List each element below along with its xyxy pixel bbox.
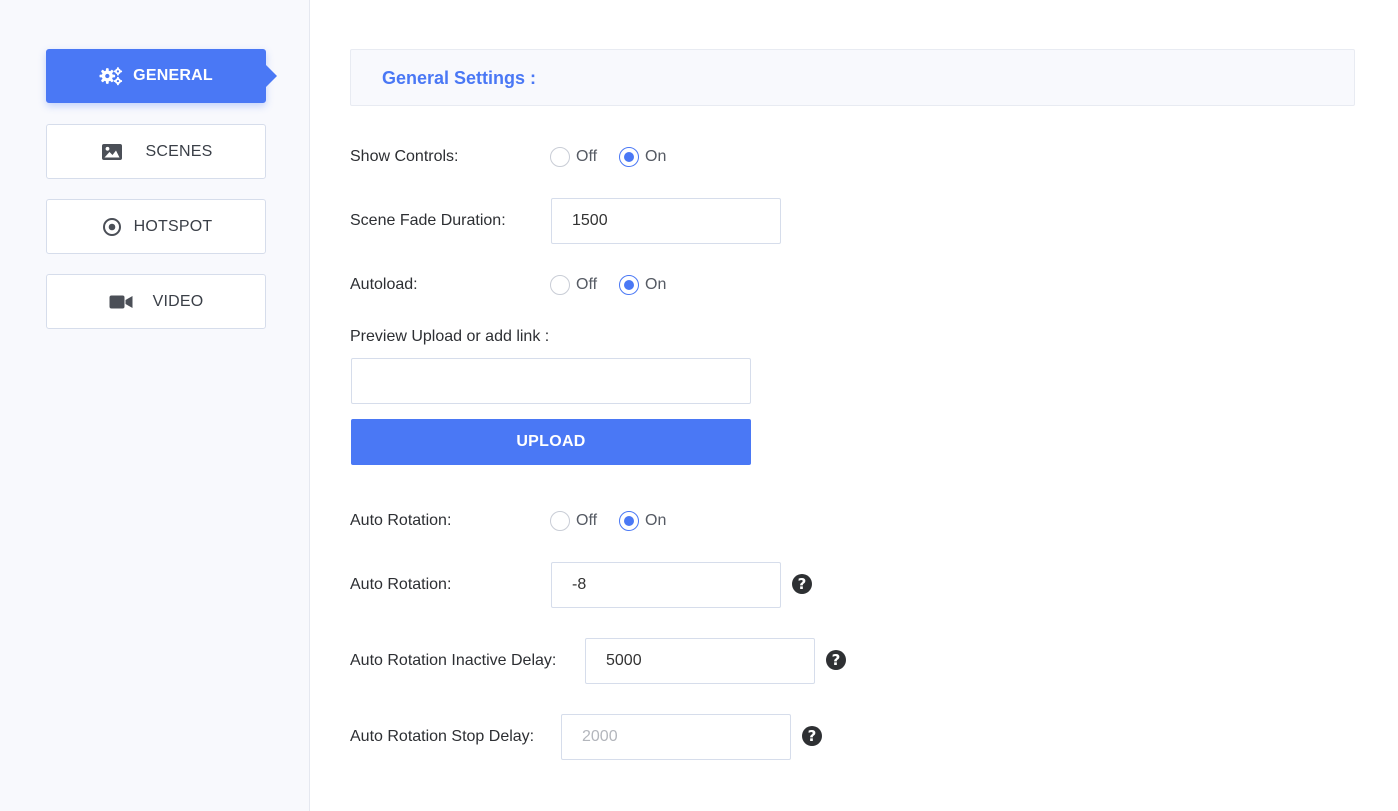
preview-upload-label: Preview Upload or add link : [350,328,550,345]
autoload-label: Autoload: [350,276,418,293]
radio-on-label: On [645,512,667,529]
sidebar-item-hotspot[interactable]: HOTSPOT [46,199,266,254]
radio-off-label: Off [576,148,598,165]
help-icon[interactable]: ? [802,726,822,746]
sidebar-item-label: HOTSPOT [133,217,213,235]
scene-fade-duration-label: Scene Fade Duration: [350,212,506,229]
show-controls-label: Show Controls: [350,148,459,165]
upload-button[interactable]: UPLOAD [351,419,751,465]
gears-icon [99,64,123,88]
sidebar-item-label: GENERAL [133,67,213,84]
radio-off-label: Off [576,276,598,293]
auto-rotation-off-radio[interactable] [550,511,570,531]
auto-rotation-on-radio[interactable] [619,511,640,531]
sidebar-item-label: SCENES [145,142,213,160]
stop-delay-label: Auto Rotation Stop Delay: [350,728,535,745]
help-icon[interactable]: ? [792,574,812,594]
video-camera-icon [109,290,133,314]
show-controls-off-radio[interactable] [550,147,570,167]
autoload-off-radio[interactable] [550,275,570,295]
radio-on-label: On [645,276,667,293]
autoload-on-radio[interactable] [619,275,640,295]
sidebar-item-video[interactable]: VIDEO [46,274,266,329]
auto-rotation-speed-input[interactable] [551,562,781,608]
page-title: General Settings : [382,68,537,88]
sidebar-item-scenes[interactable]: SCENES [46,124,266,179]
inactive-delay-input[interactable] [585,638,815,684]
radio-on-label: On [645,148,667,165]
target-circle-icon [100,215,124,239]
radio-off-label: Off [576,512,598,529]
settings-header: General Settings : [350,49,1355,106]
scene-fade-duration-input[interactable] [551,198,781,244]
auto-rotation-toggle-label: Auto Rotation: [350,512,452,529]
sidebar-item-general[interactable]: GENERAL [46,49,277,103]
auto-rotation-speed-label: Auto Rotation: [350,576,452,593]
sidebar-item-label: VIDEO [152,292,204,310]
inactive-delay-label: Auto Rotation Inactive Delay: [350,652,557,669]
autoload-radio-group: Off On [550,275,688,295]
show-controls-radio-group: Off On [550,147,688,167]
auto-rotation-radio-group: Off On [550,511,688,531]
stop-delay-input[interactable] [561,714,791,760]
preview-link-input[interactable] [351,358,751,404]
sidebar: GENERAL SCENES HOTSPOT VIDEO [0,0,310,811]
help-icon[interactable]: ? [826,650,846,670]
show-controls-on-radio[interactable] [619,147,640,167]
image-icon [100,140,124,164]
